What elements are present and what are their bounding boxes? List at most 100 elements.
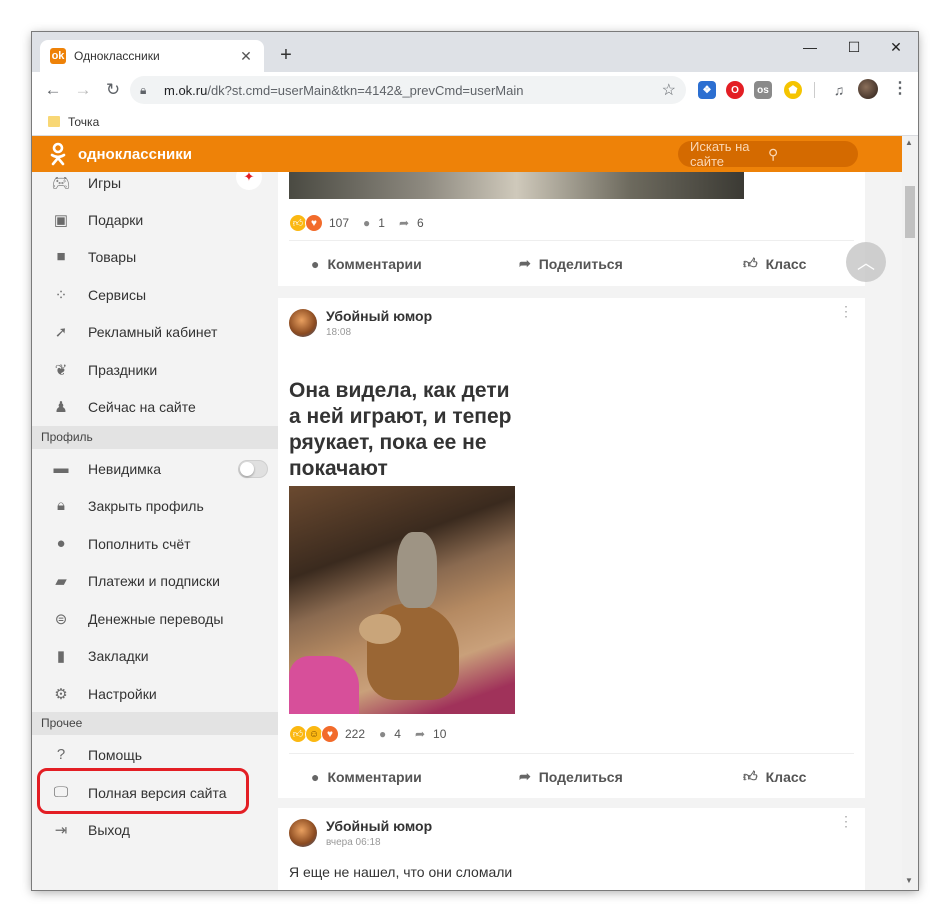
post-gif-image[interactable] [289,486,515,714]
reactions-count[interactable]: 107 [329,216,349,230]
sidebar-item-exit[interactable]: ⇥ Выход [32,811,278,848]
ok-brand-name[interactable]: одноклассники [78,146,192,163]
scroll-to-top-button[interactable]: ︿ [846,242,886,282]
lock-icon: 🔒︎ [57,497,65,514]
invisible-toggle[interactable] [238,460,268,478]
comment-icon: ● [311,768,320,785]
meme-line: а ней играют, и тепер [289,405,512,428]
opera-icon[interactable]: O [726,81,744,99]
url-text[interactable]: m.ok.ru/dk?st.cmd=userMain&tkn=4142&_pre… [164,83,662,98]
page-scrollbar[interactable]: ▲ ▼ [902,136,918,890]
wallet-icon: ▰ [55,572,67,590]
gear-icon: ⚙ [54,685,68,703]
post-image[interactable] [289,172,744,199]
author-avatar[interactable] [289,309,317,337]
media-queue-icon[interactable]: ♫ [826,77,852,103]
reload-button[interactable]: ↻ [100,77,126,103]
browser-menu-icon[interactable]: ⋮ [892,78,908,98]
sidebar-item-close-profile[interactable]: 🔒︎ Закрыть профиль [32,487,278,524]
like-button[interactable]: 👍︎ Класс [743,255,806,272]
back-button[interactable]: ← [40,77,66,103]
share-button[interactable]: ➦ Поделиться [519,255,623,272]
comment-icon: ● [363,216,371,230]
sidebar-item-goods[interactable]: ■ Товары [32,238,278,275]
shield-icon[interactable]: ⬟ [784,81,802,99]
sidebar-item-label: Товары [88,248,137,265]
vpn-icon[interactable]: ❖ [698,81,716,99]
post-menu-icon[interactable]: ⋮ [839,304,853,318]
sidebar-item-ads[interactable]: ➚ Рекламный кабинет [32,313,278,350]
grid-icon: ⁘ [54,286,68,304]
address-bar[interactable]: 🔒︎ m.ok.ru/dk?st.cmd=userMain&tkn=4142&_… [130,76,686,104]
share-icon: ➦ [414,727,426,741]
post-author[interactable]: Убойный юмор [326,818,432,834]
comments-button[interactable]: ● Комментарии [311,256,422,272]
sidebar-item-topup[interactable]: ● Пополнить счёт [32,525,278,562]
search-placeholder: Искать на сайте [690,139,750,169]
sidebar-item-bookmarks[interactable]: ▮ Закладки [32,637,278,674]
sidebar-item-settings[interactable]: ⚙ Настройки [32,675,278,712]
exit-icon: ⇥ [54,821,68,839]
sidebar-item-holidays[interactable]: ❦ Праздники [32,351,278,388]
author-avatar[interactable] [289,819,317,847]
profile-avatar[interactable] [858,79,878,99]
sidebar-item-label: Денежные переводы [88,610,224,627]
sidebar-item-transfers[interactable]: ⊜ Денежные переводы [32,600,278,637]
os-icon[interactable]: os [754,81,772,99]
close-window-button[interactable]: ✕ [876,36,916,60]
toys-shape [289,656,359,714]
ok-logo-icon[interactable] [50,142,66,166]
share-icon: ➦ [519,255,531,271]
sidebar-item-gifts[interactable]: ▣ Подарки [32,201,278,238]
sidebar-item-label: Закрыть профиль [88,497,204,514]
horse-head-shape [359,614,401,644]
search-icon[interactable]: ⚲ [768,146,846,163]
url-host: m.ok.ru [164,82,208,98]
sidebar-item-label: Праздники [88,361,158,378]
ok-header: одноклассники Искать на сайте ⚲ [32,136,902,172]
tab-close-icon[interactable]: ✕ [238,48,254,65]
tab-odnoklassniki[interactable]: ok Одноклассники ✕ [40,40,264,72]
comments-button-label: Комментарии [327,255,422,272]
section-other: Прочее [32,712,278,735]
forward-button[interactable]: → [70,77,96,103]
scroll-down-arrow-icon[interactable]: ▼ [905,876,913,885]
comments-button[interactable]: ● Комментарии [311,769,422,785]
reactions-count[interactable]: 222 [345,727,365,741]
sidebar-item-payments[interactable]: ▰ Платежи и подписки [32,562,278,599]
scrollbar-thumb[interactable] [905,186,915,238]
sidebar-item-label: Рекламный кабинет [88,323,218,340]
browser-window: ok Одноклассники ✕ + — ☐ ✕ ← → ↻ 🔒︎ m.ok… [32,32,918,890]
sidebar-item-services[interactable]: ⁘ Сервисы [32,276,278,313]
love-reaction-icon: ♥ [321,725,339,743]
sidebar-item-label: Закладки [88,647,149,664]
post-stats: 👍︎ ♥ 107 ● 1 ➦ 6 [289,214,438,232]
share-icon: ➦ [398,216,410,230]
cat-shape [397,532,437,608]
sidebar-item-invisible[interactable]: ▬ Невидимка [32,450,278,487]
share-button-label: Поделиться [538,768,623,785]
minimize-button[interactable]: — [790,36,830,60]
sidebar-item-online[interactable]: ♟ Сейчас на сайте [32,388,278,425]
sidebar-item-label: Сейчас на сайте [88,398,196,415]
comments-count[interactable]: 1 [378,216,385,230]
post-menu-icon[interactable]: ⋮ [839,814,853,828]
ok-search-input[interactable]: Искать на сайте ⚲ [678,139,858,169]
shares-count[interactable]: 6 [417,216,424,230]
maximize-button[interactable]: ☐ [834,36,874,60]
share-button[interactable]: ➦ Поделиться [519,768,623,785]
bookmark-star-icon[interactable]: ☆ [662,80,676,100]
share-button-label: Поделиться [538,255,623,272]
post-card: Убойный юмор вчера 06:18 ⋮ Я еще не наше… [278,808,865,890]
meme-line: покачают [289,457,388,480]
gamepad-icon: 🎮︎ [51,174,71,192]
post-card: 👍︎ ♥ 107 ● 1 ➦ 6 ● Комментарии ➦ Поделитьс… [278,172,865,286]
bookmark-tochka[interactable]: Точка [68,115,99,129]
scroll-up-arrow-icon[interactable]: ▲ [905,138,913,147]
shares-count[interactable]: 10 [433,727,446,741]
new-tab-button[interactable]: + [274,44,298,68]
post-author[interactable]: Убойный юмор [326,308,432,324]
comments-count[interactable]: 4 [394,727,401,741]
like-button[interactable]: 👍︎ Класс [743,768,806,785]
post-text: Я еще не нашел, что они сломали [289,864,513,880]
